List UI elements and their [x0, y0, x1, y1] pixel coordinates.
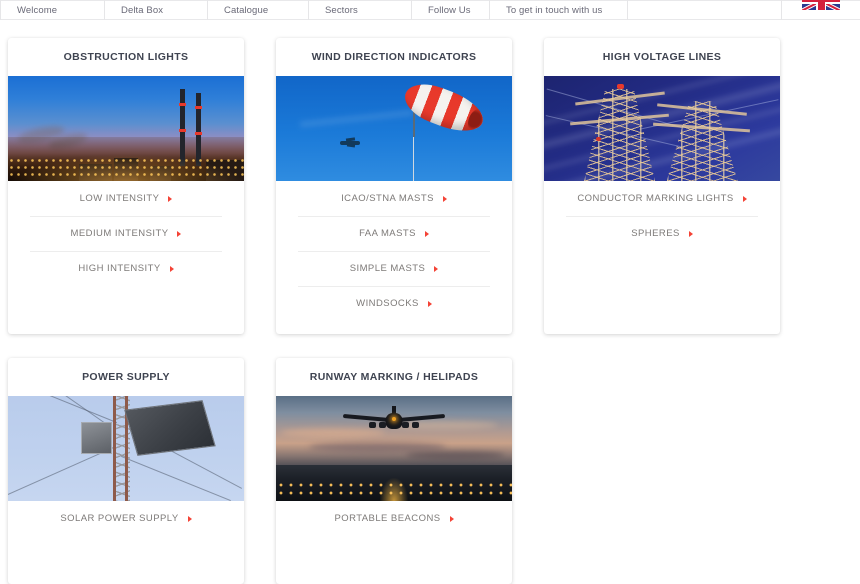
nav-item-sectors[interactable]: Sectors: [309, 0, 412, 20]
card-link-label: ICAO/STNA MASTS: [341, 193, 434, 204]
card-link-list: CONDUCTOR MARKING LIGHTS SPHERES: [544, 181, 780, 251]
card-title: POWER SUPPLY: [82, 371, 170, 383]
uk-flag-icon: [802, 0, 840, 10]
arrow-right-icon: [688, 230, 693, 237]
card-link-high-intensity[interactable]: HIGH INTENSITY: [8, 251, 244, 286]
card-bottom-padding: [8, 536, 244, 584]
card-link-low-intensity[interactable]: LOW INTENSITY: [8, 181, 244, 216]
arrow-right-icon: [168, 195, 173, 202]
card-link-label: LOW INTENSITY: [79, 193, 160, 204]
top-navigation-bar: Welcome Delta Box Catalogue Sectors Foll…: [0, 0, 860, 20]
card-link-label: PORTABLE BEACONS: [334, 513, 441, 524]
arrow-right-icon: [169, 265, 174, 272]
card-bottom-padding: [276, 536, 512, 584]
category-card-high-voltage-lines[interactable]: HIGH VOLTAGE LINES CONDUCTOR MARKING LIG…: [544, 38, 780, 334]
arrow-right-icon: [177, 230, 182, 237]
card-link-label: MEDIUM INTENSITY: [70, 228, 169, 239]
card-link-windsocks[interactable]: WINDSOCKS: [276, 286, 512, 321]
card-link-faa-masts[interactable]: FAA MASTS: [276, 216, 512, 251]
category-card-obstruction-lights[interactable]: OBSTRUCTION LIGHTS LOW INTENSITY MEDIUM …: [8, 38, 244, 334]
card-title: RUNWAY MARKING / HELIPADS: [309, 371, 479, 383]
card-link-list: PORTABLE BEACONS: [276, 501, 512, 536]
arrow-right-icon: [434, 265, 439, 272]
category-card-wind-direction-indicators[interactable]: WIND DIRECTION INDICATORS ICAO/STNA MAST…: [276, 38, 512, 334]
nav-item-welcome[interactable]: Welcome: [0, 0, 105, 20]
card-link-label: SIMPLE MASTS: [349, 263, 426, 274]
industrial-plant-at-dusk-image: [8, 76, 244, 181]
category-card-grid: OBSTRUCTION LIGHTS LOW INTENSITY MEDIUM …: [8, 38, 852, 584]
aircraft-landing-on-runway-at-dusk-image: [276, 396, 512, 501]
card-link-spheres[interactable]: SPHERES: [544, 216, 780, 251]
nav-item-label: Catalogue: [224, 4, 269, 16]
card-row: OBSTRUCTION LIGHTS LOW INTENSITY MEDIUM …: [8, 38, 852, 334]
nav-item-label: To get in touch with us: [506, 4, 603, 16]
card-row: POWER SUPPLY SOLAR POWER SUPPLY RUNWAY M…: [8, 358, 852, 584]
card-link-list: ICAO/STNA MASTS FAA MASTS SIMPLE MASTS W…: [276, 181, 512, 321]
nav-item-label: Sectors: [325, 4, 358, 16]
card-bottom-padding: [8, 286, 244, 334]
arrow-right-icon: [187, 515, 192, 522]
card-link-list: LOW INTENSITY MEDIUM INTENSITY HIGH INTE…: [8, 181, 244, 286]
card-link-label: FAA MASTS: [359, 228, 416, 239]
card-link-solar-power-supply[interactable]: SOLAR POWER SUPPLY: [8, 501, 244, 536]
card-link-list: SOLAR POWER SUPPLY: [8, 501, 244, 536]
card-link-label: HIGH INTENSITY: [78, 263, 161, 274]
card-link-medium-intensity[interactable]: MEDIUM INTENSITY: [8, 216, 244, 251]
card-title: HIGH VOLTAGE LINES: [602, 51, 722, 63]
nav-item-delta-box[interactable]: Delta Box: [105, 0, 208, 20]
arrow-right-icon: [442, 195, 447, 202]
card-bottom-padding: [544, 251, 780, 334]
nav-item-follow-us[interactable]: Follow Us: [412, 0, 490, 20]
card-link-label: SOLAR POWER SUPPLY: [60, 513, 179, 524]
arrow-right-icon: [742, 195, 747, 202]
category-card-power-supply[interactable]: POWER SUPPLY SOLAR POWER SUPPLY: [8, 358, 244, 584]
card-link-portable-beacons[interactable]: PORTABLE BEACONS: [276, 501, 512, 536]
nav-item-contact[interactable]: To get in touch with us: [490, 0, 628, 20]
language-selector[interactable]: [782, 0, 860, 20]
category-card-runway-marking-helipads[interactable]: RUNWAY MARKING / HELIPADS PORTABLE BEACO…: [276, 358, 512, 584]
nav-item-label: Welcome: [17, 4, 58, 16]
card-link-icao-stna-masts[interactable]: ICAO/STNA MASTS: [276, 181, 512, 216]
card-link-conductor-marking-lights[interactable]: CONDUCTOR MARKING LIGHTS: [544, 181, 780, 216]
nav-item-label: Delta Box: [121, 4, 164, 16]
card-link-label: WINDSOCKS: [356, 298, 419, 309]
card-link-simple-masts[interactable]: SIMPLE MASTS: [276, 251, 512, 286]
nav-spacer: [628, 0, 782, 20]
card-link-label: CONDUCTOR MARKING LIGHTS: [577, 193, 734, 204]
card-bottom-padding: [276, 321, 512, 334]
arrow-right-icon: [427, 300, 432, 307]
windsock-against-blue-sky-image: [276, 76, 512, 181]
arrow-right-icon: [424, 230, 429, 237]
nav-item-catalogue[interactable]: Catalogue: [208, 0, 309, 20]
card-link-label: SPHERES: [631, 228, 680, 239]
card-title: OBSTRUCTION LIGHTS: [63, 51, 189, 63]
solar-panel-mast-image: [8, 396, 244, 501]
electricity-pylons-image: [544, 76, 780, 181]
nav-item-label: Follow Us: [428, 4, 471, 16]
arrow-right-icon: [449, 515, 454, 522]
card-title: WIND DIRECTION INDICATORS: [311, 51, 477, 63]
